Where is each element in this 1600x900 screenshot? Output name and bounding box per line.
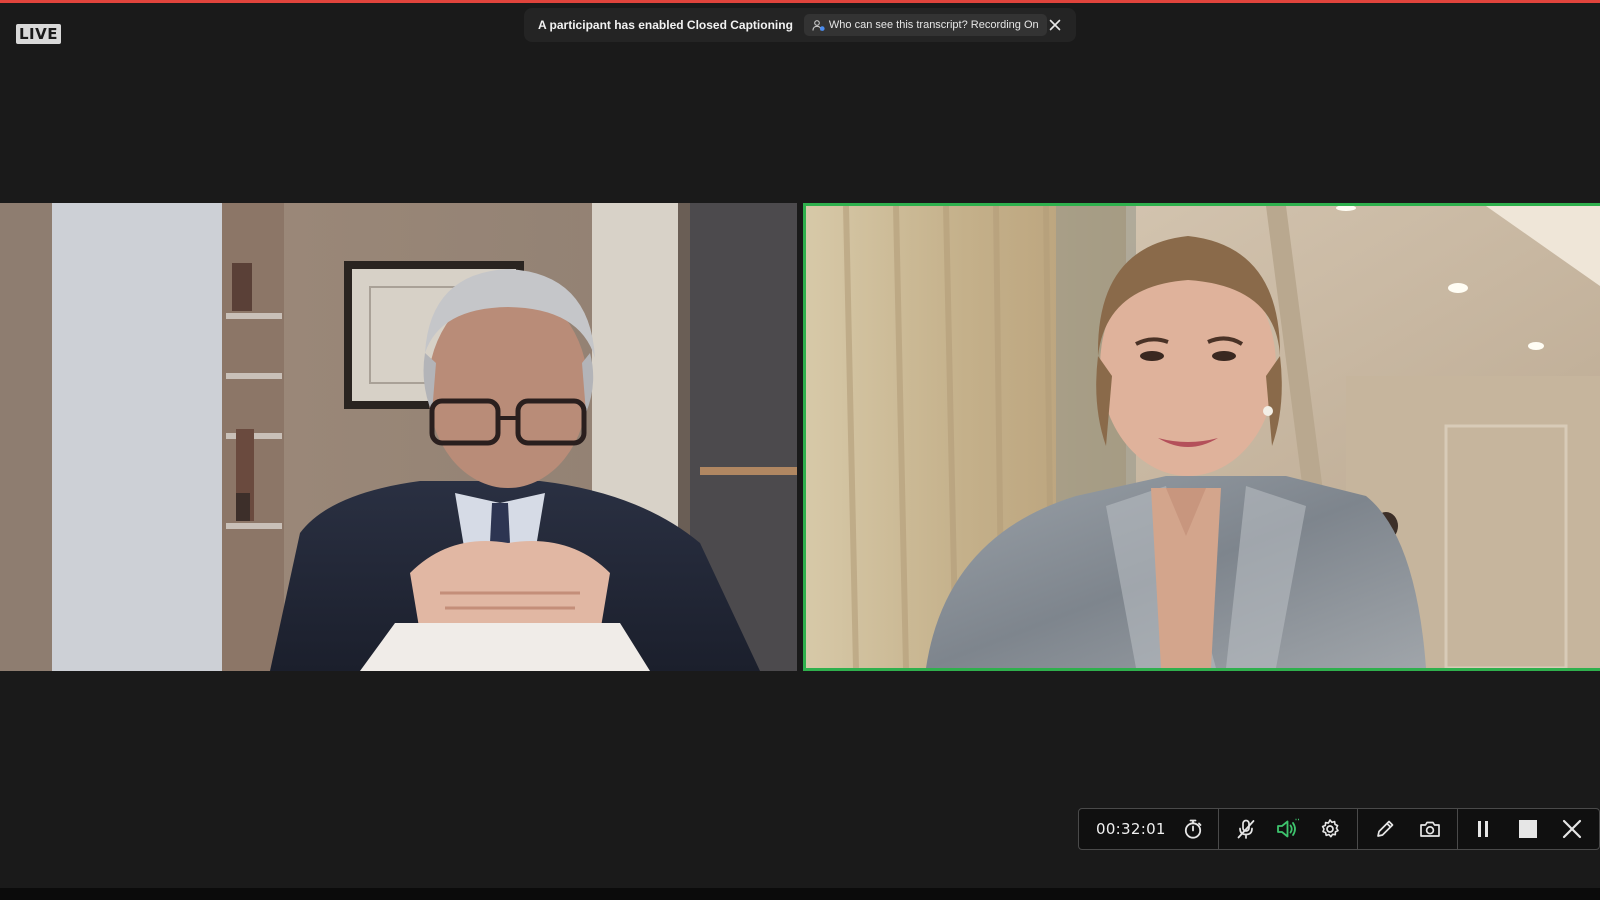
meeting-window: LIVE A participant has enabled Closed Ca… xyxy=(0,0,1600,900)
participants-icon xyxy=(812,19,825,31)
draw-button[interactable] xyxy=(1366,810,1404,848)
stopwatch-button[interactable] xyxy=(1174,810,1212,848)
speaker-icon xyxy=(1277,818,1299,838)
live-badge: LIVE xyxy=(16,24,61,44)
audio-group xyxy=(1219,809,1358,849)
pencil-icon xyxy=(1376,820,1394,837)
stopwatch-icon xyxy=(1184,819,1202,839)
close-icon xyxy=(1562,819,1581,839)
participant-video-left[interactable] xyxy=(0,203,797,671)
closed-caption-banner: A participant has enabled Closed Caption… xyxy=(524,8,1076,42)
stop-recording-button[interactable] xyxy=(1509,810,1547,848)
pause-icon xyxy=(1478,821,1489,837)
recording-border xyxy=(0,0,1600,3)
recording-controls-group xyxy=(1458,809,1599,849)
microphone-toggle-button[interactable] xyxy=(1227,810,1265,848)
gear-icon xyxy=(1321,819,1339,838)
recording-timer: 00:32:01 xyxy=(1096,820,1166,838)
transcript-visibility-button[interactable]: Who can see this transcript? Recording O… xyxy=(803,14,1047,36)
participant-video-right[interactable] xyxy=(803,203,1600,671)
participant-video-image xyxy=(0,203,797,671)
participant-video-image xyxy=(806,206,1600,668)
cc-banner-message: A participant has enabled Closed Caption… xyxy=(538,18,793,32)
banner-close-button[interactable] xyxy=(1047,16,1064,34)
annotation-group xyxy=(1358,809,1458,849)
recording-toolbar: 00:32:01 xyxy=(1078,808,1600,850)
camera-icon xyxy=(1420,821,1441,837)
settings-button[interactable] xyxy=(1311,810,1349,848)
screenshot-button[interactable] xyxy=(1411,810,1449,848)
close-toolbar-button[interactable] xyxy=(1553,810,1591,848)
timer-group: 00:32:01 xyxy=(1079,809,1219,849)
bottom-strip xyxy=(0,888,1600,900)
pause-recording-button[interactable] xyxy=(1464,810,1502,848)
mic-muted-icon xyxy=(1237,819,1255,839)
stop-icon xyxy=(1518,820,1537,838)
transcript-visibility-text: Who can see this transcript? Recording O… xyxy=(828,19,1039,31)
close-icon xyxy=(1050,19,1061,31)
speaker-toggle-button[interactable] xyxy=(1269,810,1307,848)
